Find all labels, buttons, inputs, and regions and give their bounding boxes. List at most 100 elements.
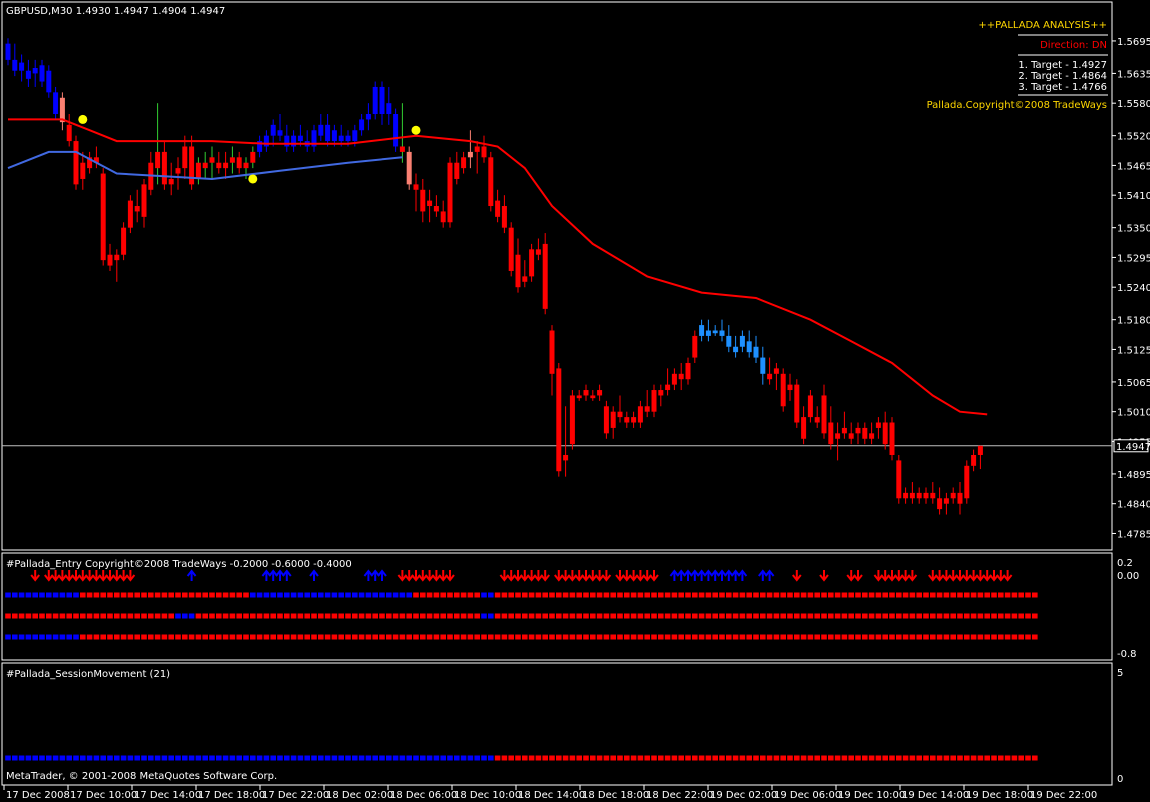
indicator-dot bbox=[229, 755, 236, 761]
indicator-dot bbox=[73, 634, 79, 640]
indicator-dot bbox=[807, 592, 814, 598]
candle-body bbox=[807, 395, 813, 418]
indicator-dot bbox=[52, 755, 59, 761]
indicator-dot bbox=[562, 592, 569, 598]
candle-body bbox=[855, 427, 861, 434]
time-axis-label: 18 Dec 18:00 bbox=[582, 790, 649, 801]
indicator-dot bbox=[386, 613, 392, 619]
indicator-dot bbox=[685, 755, 691, 761]
candle-body bbox=[195, 162, 201, 179]
indicator-dot bbox=[114, 592, 120, 598]
indicator-dot bbox=[100, 634, 106, 640]
indicator-dot bbox=[583, 755, 589, 761]
candle-body bbox=[719, 330, 725, 336]
candle bbox=[121, 222, 127, 261]
indicator-dot bbox=[760, 755, 766, 761]
analysis-target-2: 2. Target - 1.4864 bbox=[1018, 71, 1107, 82]
candle-body bbox=[121, 227, 127, 255]
time-axis-label: 19 Dec 02:00 bbox=[710, 790, 777, 801]
indicator-dot bbox=[93, 634, 100, 640]
candle-body bbox=[46, 70, 52, 93]
indicator-dot bbox=[379, 755, 385, 761]
indicator-dot bbox=[936, 755, 943, 761]
candle bbox=[556, 362, 562, 477]
indicator-dot bbox=[984, 613, 990, 619]
indicator-dot bbox=[141, 592, 147, 598]
indicator-dot bbox=[719, 613, 725, 619]
candle-body bbox=[263, 135, 269, 147]
indicator-dot bbox=[739, 634, 746, 640]
candle-body bbox=[957, 492, 963, 504]
indicator-dot bbox=[12, 592, 18, 598]
indicator-dot bbox=[66, 634, 72, 640]
indicator-dot bbox=[73, 755, 79, 761]
indicator-dot bbox=[787, 755, 793, 761]
candle-body bbox=[66, 124, 72, 142]
indicator-dot bbox=[352, 613, 358, 619]
indicator-dot bbox=[583, 613, 589, 619]
indicator-dot bbox=[426, 634, 433, 640]
indicator-dot bbox=[358, 592, 365, 598]
candle-body bbox=[270, 124, 276, 136]
indicator-dot bbox=[460, 592, 467, 598]
indicator-dot bbox=[902, 592, 909, 598]
indicator-dot bbox=[685, 592, 691, 598]
indicator-dot bbox=[277, 592, 283, 598]
indicator-dot bbox=[923, 592, 929, 598]
indicator-dot bbox=[345, 592, 351, 598]
candle bbox=[794, 379, 800, 428]
session-indicator-panel[interactable] bbox=[1, 662, 1113, 786]
indicator-dot bbox=[127, 634, 134, 640]
indicator-dot bbox=[970, 613, 977, 619]
indicator-dot bbox=[168, 592, 174, 598]
candle bbox=[393, 108, 399, 152]
candle bbox=[896, 454, 902, 504]
candle-body bbox=[291, 135, 297, 147]
indicator-dot bbox=[528, 592, 535, 598]
indicator-dot bbox=[86, 613, 93, 619]
indicator-dot bbox=[474, 592, 480, 598]
indicator-dot bbox=[399, 755, 406, 761]
indicator-dot bbox=[447, 613, 453, 619]
indicator-dot bbox=[1018, 634, 1024, 640]
indicator-dot bbox=[882, 634, 888, 640]
indicator-dot bbox=[535, 613, 542, 619]
indicator-dot bbox=[515, 755, 521, 761]
indicator-dot bbox=[297, 755, 304, 761]
indicator-dot bbox=[773, 613, 780, 619]
indicator-dot bbox=[542, 755, 548, 761]
candle-body bbox=[658, 390, 664, 396]
indicator-dot bbox=[379, 613, 385, 619]
candle-body bbox=[780, 373, 786, 407]
indicator-dot bbox=[698, 634, 705, 640]
session-axis-label: 0 bbox=[1117, 774, 1123, 785]
indicator-dot bbox=[73, 592, 79, 598]
indicator-dot bbox=[202, 634, 208, 640]
indicator-dot bbox=[426, 613, 433, 619]
indicator-dot bbox=[134, 592, 140, 598]
candle-body bbox=[665, 384, 671, 391]
indicator-dot bbox=[372, 755, 378, 761]
indicator-dot bbox=[433, 613, 440, 619]
indicator-dot bbox=[780, 755, 786, 761]
indicator-dot bbox=[270, 634, 276, 640]
indicator-dot bbox=[18, 634, 25, 640]
indicator-dot bbox=[365, 634, 372, 640]
indicator-dot bbox=[141, 634, 147, 640]
analysis-target-1: 1. Target - 1.4927 bbox=[1018, 60, 1107, 71]
candle-body bbox=[277, 130, 283, 136]
candle-body bbox=[338, 135, 344, 142]
indicator-dot bbox=[331, 755, 338, 761]
indicator-dot bbox=[406, 613, 412, 619]
indicator-dot bbox=[726, 634, 732, 640]
candle-body bbox=[556, 368, 562, 472]
indicator-dot bbox=[284, 592, 290, 598]
signal-marker bbox=[411, 125, 421, 135]
indicator-dot bbox=[508, 592, 514, 598]
indicator-dot bbox=[977, 634, 984, 640]
indicator-dot bbox=[617, 634, 623, 640]
analysis-target-3: 3. Target - 1.4766 bbox=[1018, 82, 1107, 93]
candle-body bbox=[325, 124, 331, 142]
candle bbox=[447, 157, 453, 228]
indicator-dot bbox=[399, 592, 406, 598]
